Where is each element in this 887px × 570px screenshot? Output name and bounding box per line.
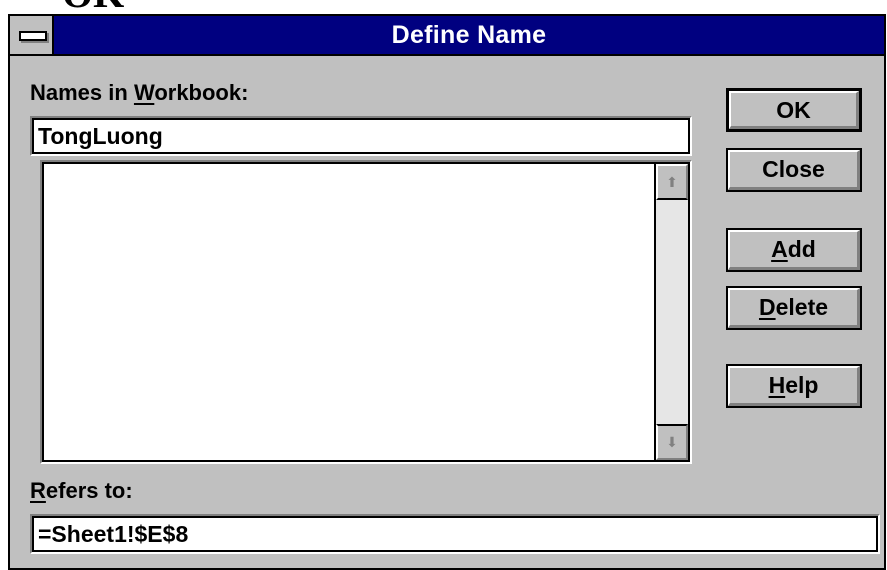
refers-to-input[interactable]	[30, 514, 880, 554]
name-input[interactable]	[30, 116, 692, 156]
background-ok-text: OK	[62, 0, 124, 14]
define-name-dialog: Define Name Names in Workbook: ⬆ ⬇ Refer…	[8, 14, 886, 570]
system-menu-icon[interactable]	[10, 16, 54, 54]
names-in-workbook-label: Names in Workbook:	[30, 80, 249, 105]
scroll-down-arrow-icon[interactable]: ⬇	[656, 424, 688, 460]
delete-button[interactable]: Delete	[726, 286, 862, 330]
add-button[interactable]: Add	[726, 228, 862, 272]
help-button[interactable]: Help	[726, 364, 862, 408]
dialog-title: Define Name	[391, 21, 547, 49]
refers-to-label: Refers to:	[30, 478, 133, 503]
names-list-scrollbar[interactable]: ⬆ ⬇	[654, 164, 688, 460]
names-list[interactable]: ⬆ ⬇	[40, 160, 692, 464]
scroll-up-arrow-icon[interactable]: ⬆	[656, 164, 688, 200]
close-button[interactable]: Close	[726, 148, 862, 192]
title-bar: Define Name	[10, 16, 884, 56]
ok-button[interactable]: OK	[726, 88, 862, 132]
